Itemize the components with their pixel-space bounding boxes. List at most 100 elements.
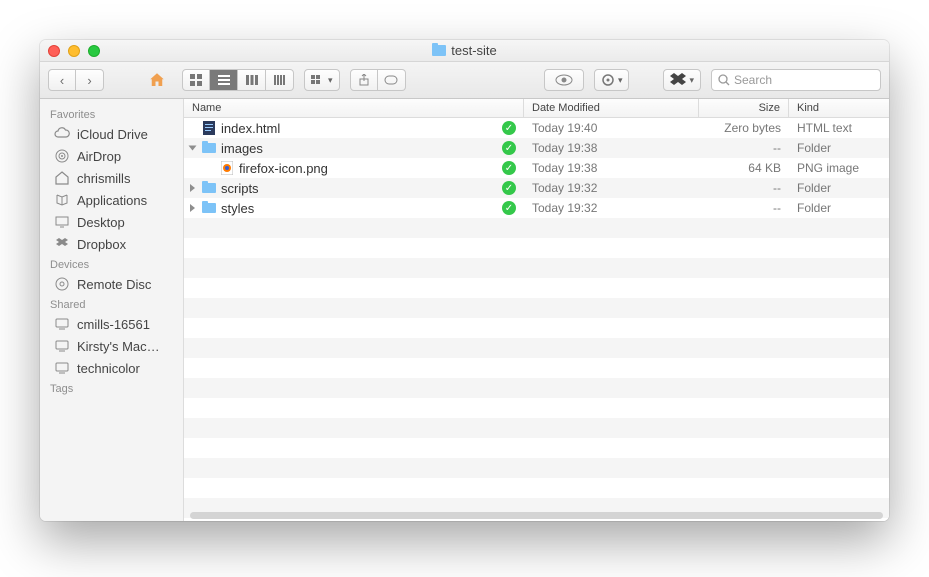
- monitor-icon: [54, 360, 70, 376]
- sync-status-icon: ✓: [502, 201, 516, 215]
- eye-icon: [555, 74, 573, 86]
- sidebar-item-label: AirDrop: [77, 149, 121, 164]
- column-kind[interactable]: Kind: [789, 99, 889, 117]
- sidebar-heading: Favorites: [40, 105, 183, 123]
- grid-icon: [190, 74, 202, 86]
- sidebar-item-label: Remote Disc: [77, 277, 151, 292]
- sidebar-item-label: technicolor: [77, 361, 140, 376]
- sidebar-item-label: Desktop: [77, 215, 125, 230]
- file-rows: index.html✓Today 19:40Zero bytesHTML tex…: [184, 118, 889, 521]
- finder-window: test-site ‹ › ▾ ▾ ▾ Search: [40, 40, 889, 521]
- sidebar-item[interactable]: Dropbox: [40, 233, 183, 255]
- search-field[interactable]: Search: [711, 69, 881, 91]
- sidebar-item[interactable]: Desktop: [40, 211, 183, 233]
- file-kind: Folder: [789, 141, 889, 155]
- file-row[interactable]: scripts✓Today 19:32--Folder: [184, 178, 889, 198]
- file-size: --: [699, 181, 789, 195]
- dropbox-icon: [670, 73, 686, 87]
- folder-icon: [432, 45, 446, 56]
- coverflow-icon: [274, 75, 286, 85]
- sidebar-item[interactable]: chrismills: [40, 167, 183, 189]
- tags-button[interactable]: [378, 69, 406, 91]
- sidebar-heading: Devices: [40, 255, 183, 273]
- file-date: Today 19:40: [524, 121, 699, 135]
- file-size: Zero bytes: [699, 121, 789, 135]
- gear-icon: [601, 73, 615, 87]
- sidebar-heading: Tags: [40, 379, 183, 397]
- list-view-button[interactable]: [210, 69, 238, 91]
- column-headers: Name Date Modified Size Kind: [184, 99, 889, 118]
- file-name: images: [221, 141, 263, 156]
- column-size[interactable]: Size: [699, 99, 789, 117]
- title-text: test-site: [451, 43, 497, 58]
- folder-icon: [202, 201, 216, 215]
- sidebar-item[interactable]: Applications: [40, 189, 183, 211]
- file-date: Today 19:32: [524, 181, 699, 195]
- back-button[interactable]: ‹: [48, 69, 76, 91]
- sidebar-item[interactable]: technicolor: [40, 357, 183, 379]
- horizontal-scrollbar[interactable]: [190, 512, 883, 519]
- close-button[interactable]: [48, 45, 60, 57]
- column-view-button[interactable]: [238, 69, 266, 91]
- sync-status-icon: ✓: [502, 181, 516, 195]
- column-name[interactable]: Name: [184, 99, 524, 117]
- sidebar-item[interactable]: iCloud Drive: [40, 123, 183, 145]
- dropbox-button[interactable]: ▾: [663, 69, 701, 91]
- file-size: --: [699, 141, 789, 155]
- sidebar-item-label: Dropbox: [77, 237, 126, 252]
- disclosure-triangle[interactable]: [190, 204, 195, 212]
- house-icon: [54, 170, 70, 186]
- window-title: test-site: [40, 43, 889, 58]
- html-file-icon: [202, 121, 216, 135]
- forward-button[interactable]: ›: [76, 69, 104, 91]
- titlebar[interactable]: test-site: [40, 40, 889, 62]
- file-row[interactable]: styles✓Today 19:32--Folder: [184, 198, 889, 218]
- share-icon: [358, 74, 370, 86]
- search-icon: [718, 74, 730, 86]
- file-name: firefox-icon.png: [239, 161, 328, 176]
- disclosure-triangle[interactable]: [189, 146, 197, 151]
- traffic-lights: [48, 45, 100, 57]
- file-size: --: [699, 201, 789, 215]
- arrange-button[interactable]: ▾: [304, 69, 340, 91]
- sidebar-item[interactable]: Kirsty's Mac…: [40, 335, 183, 357]
- sidebar-heading: Shared: [40, 295, 183, 313]
- quicklook-button[interactable]: [544, 69, 584, 91]
- folder-icon: [202, 181, 216, 195]
- view-mode-buttons: [182, 69, 294, 91]
- sidebar-item[interactable]: AirDrop: [40, 145, 183, 167]
- icon-view-button[interactable]: [182, 69, 210, 91]
- file-date: Today 19:32: [524, 201, 699, 215]
- list-icon: [218, 75, 230, 85]
- minimize-button[interactable]: [68, 45, 80, 57]
- file-row[interactable]: firefox-icon.png✓Today 19:3864 KBPNG ima…: [184, 158, 889, 178]
- file-size: 64 KB: [699, 161, 789, 175]
- home-button[interactable]: [142, 69, 172, 91]
- action-button[interactable]: ▾: [594, 69, 630, 91]
- file-list-pane: Name Date Modified Size Kind index.html✓…: [184, 99, 889, 521]
- zoom-button[interactable]: [88, 45, 100, 57]
- file-row[interactable]: images✓Today 19:38--Folder: [184, 138, 889, 158]
- sidebar-item[interactable]: Remote Disc: [40, 273, 183, 295]
- sidebar-item[interactable]: cmills-16561: [40, 313, 183, 335]
- search-placeholder: Search: [734, 73, 772, 87]
- sync-status-icon: ✓: [502, 141, 516, 155]
- file-row[interactable]: index.html✓Today 19:40Zero bytesHTML tex…: [184, 118, 889, 138]
- sidebar: Favorites iCloud Drive AirDrop chrismillsAp…: [40, 99, 184, 521]
- cloud-icon: [54, 126, 70, 142]
- file-kind: Folder: [789, 201, 889, 215]
- toolbar: ‹ › ▾ ▾ ▾ Search: [40, 62, 889, 99]
- column-date[interactable]: Date Modified: [524, 99, 699, 117]
- nav-buttons: ‹ ›: [48, 69, 104, 91]
- monitor-icon: [54, 338, 70, 354]
- house-icon: [148, 71, 166, 89]
- dropbox-icon: [54, 236, 70, 252]
- sidebar-item-label: iCloud Drive: [77, 127, 148, 142]
- airdrop-icon: [54, 148, 70, 164]
- coverflow-view-button[interactable]: [266, 69, 294, 91]
- file-name: index.html: [221, 121, 280, 136]
- share-button[interactable]: [350, 69, 378, 91]
- sidebar-item-label: Kirsty's Mac…: [77, 339, 160, 354]
- sync-status-icon: ✓: [502, 161, 516, 175]
- disclosure-triangle[interactable]: [190, 184, 195, 192]
